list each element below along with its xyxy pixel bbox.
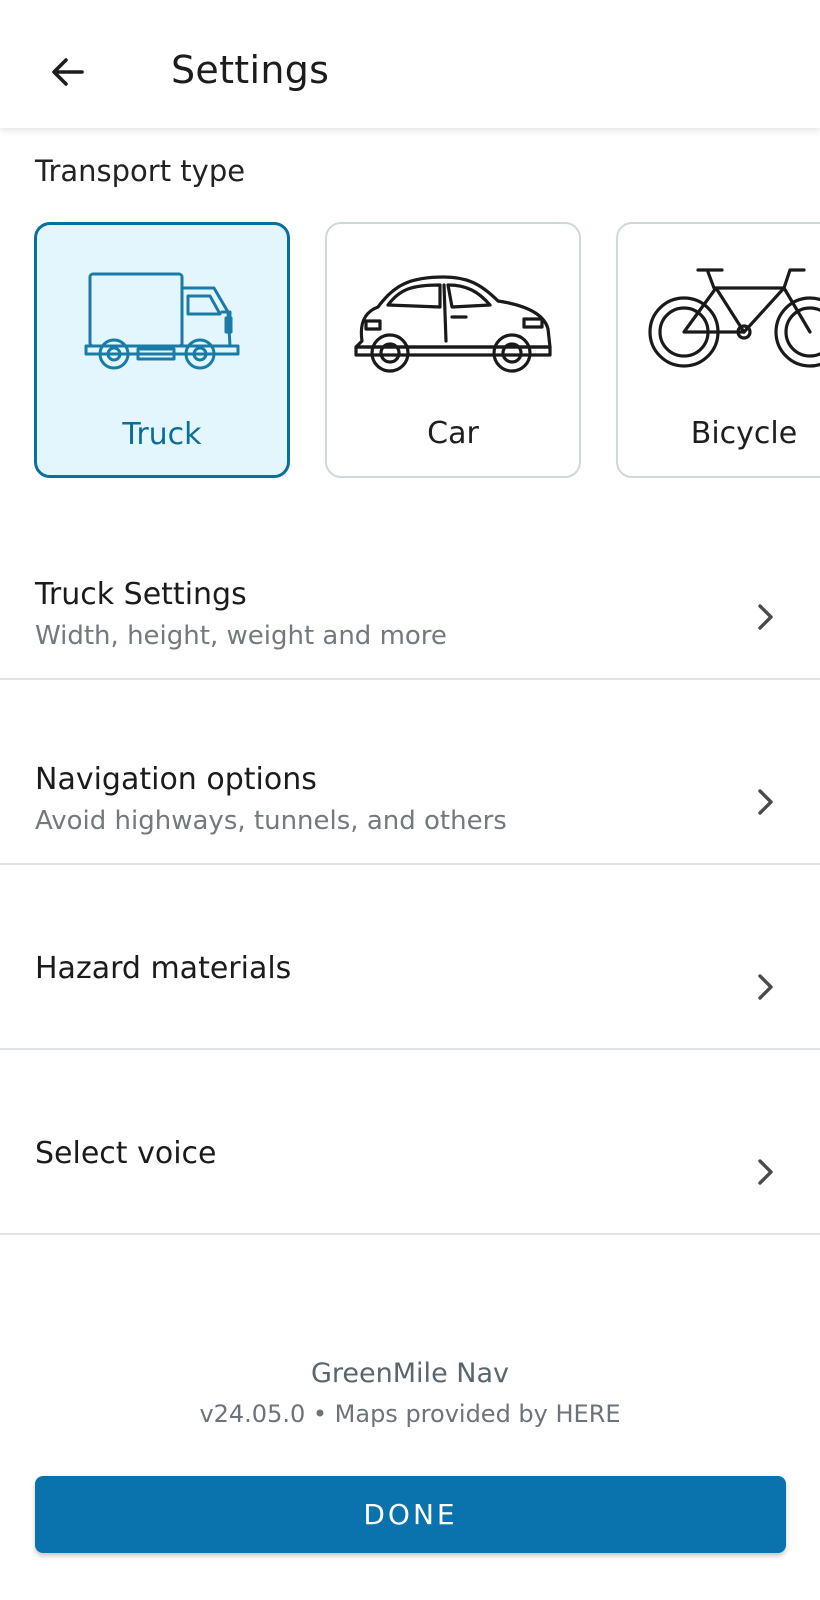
chevron-right-icon: [746, 782, 786, 822]
transport-type-selector: Truck Car Bicycle: [0, 222, 820, 478]
row-title: Hazard materials: [35, 951, 292, 986]
done-button[interactable]: DONE: [35, 1476, 786, 1553]
navigation-options-row[interactable]: Navigation options Avoid highways, tunne…: [0, 680, 820, 865]
version-info: v24.05.0 • Maps provided by HERE: [199, 1400, 621, 1428]
transport-option-label: Bicycle: [690, 416, 798, 451]
transport-option-bicycle[interactable]: Bicycle: [616, 222, 820, 478]
chevron-right-icon: [746, 597, 786, 637]
transport-option-label: Truck: [122, 417, 202, 452]
row-subtitle: Avoid highways, tunnels, and others: [35, 806, 507, 836]
top-app-bar: Settings: [0, 0, 820, 128]
truck-icon: [84, 272, 240, 370]
transport-option-truck[interactable]: Truck: [34, 222, 290, 478]
chevron-right-icon: [746, 1152, 786, 1192]
truck-settings-row[interactable]: Truck Settings Width, height, weight and…: [0, 495, 820, 680]
chevron-right-icon: [746, 967, 786, 1007]
row-subtitle: Width, height, weight and more: [35, 621, 447, 651]
settings-screen: Settings Transport type Truck Car Bicycl…: [0, 0, 820, 1600]
row-title: Truck Settings: [35, 577, 247, 612]
transport-type-label: Transport type: [35, 154, 246, 188]
row-title: Select voice: [35, 1136, 217, 1171]
back-button[interactable]: [36, 40, 100, 104]
row-title: Navigation options: [35, 762, 317, 797]
transport-option-car[interactable]: Car: [325, 222, 581, 478]
transport-option-label: Car: [427, 416, 479, 451]
page-title: Settings: [171, 48, 330, 92]
app-name: GreenMile Nav: [311, 1358, 509, 1389]
hazard-materials-row[interactable]: Hazard materials: [0, 865, 820, 1050]
car-icon: [354, 275, 552, 373]
select-voice-row[interactable]: Select voice: [0, 1050, 820, 1235]
bicycle-icon: [648, 268, 820, 368]
arrow-left-icon: [52, 58, 84, 86]
